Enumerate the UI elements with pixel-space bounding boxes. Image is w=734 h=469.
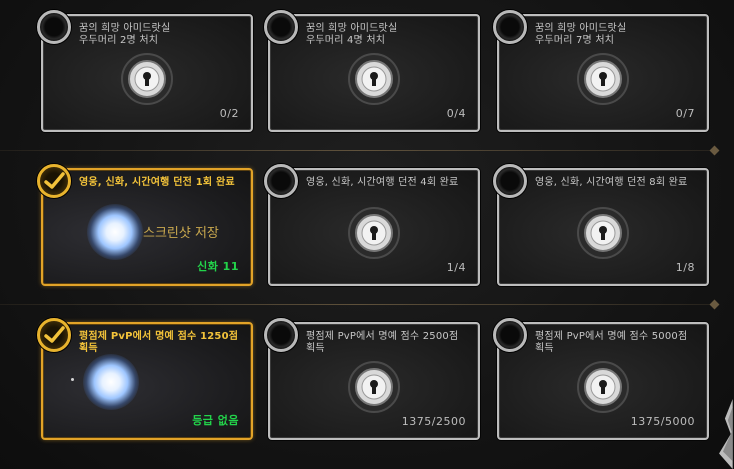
progress-text: 0/4: [446, 107, 466, 120]
achievement-title: 꿈의 희망 아미드랏실 우두머리 7명 처치: [535, 23, 627, 46]
keyhole-lock-icon: [577, 361, 629, 413]
empty-ring-icon: [264, 164, 298, 198]
achievement-card[interactable]: 영웅, 신화, 시간여행 던전 8회 완료 1/8: [493, 164, 709, 286]
achievement-title: 평점제 PvP에서 명예 점수 1250점 획득: [79, 331, 239, 354]
screenshot-saved-overlay: 스크린샷 저장: [143, 226, 219, 241]
progress-text: 0/7: [675, 107, 695, 120]
keyhole-lock-icon: [348, 53, 400, 105]
empty-ring-icon: [493, 164, 527, 198]
achievement-card[interactable]: 평점제 PvP에서 명예 점수 2500점 획득 1375/2500: [264, 318, 480, 440]
keyhole-lock-icon: [348, 361, 400, 413]
keyhole-lock-icon: [577, 53, 629, 105]
achievement-card[interactable]: 꿈의 희망 아미드랏실 우두머리 2명 처치 0/2: [37, 10, 253, 132]
progress-text: 1/4: [446, 261, 466, 274]
achievement-title: 영웅, 신화, 시간여행 던전 4회 완료: [306, 177, 459, 188]
keyhole-lock-icon: [121, 53, 173, 105]
progress-text: 1375/5000: [630, 415, 695, 428]
achievement-title: 영웅, 신화, 시간여행 던전 1회 완료: [79, 177, 235, 188]
empty-ring-icon: [264, 318, 298, 352]
row-divider: [0, 299, 720, 310]
reward-text: 등급 없음: [192, 414, 239, 427]
empty-ring-icon: [264, 10, 298, 44]
achievement-card[interactable]: 영웅, 신화, 시간여행 던전 4회 완료 1/4: [264, 164, 480, 286]
empty-ring-icon: [493, 10, 527, 44]
achievement-title: 영웅, 신화, 시간여행 던전 8회 완료: [535, 177, 688, 188]
progress-text: 1375/2500: [401, 415, 466, 428]
achievement-title: 꿈의 희망 아미드랏실 우두머리 4명 처치: [306, 23, 398, 46]
empty-ring-icon: [493, 318, 527, 352]
reward-text: 신화 11: [197, 260, 239, 273]
achievement-card[interactable]: 평점제 PvP에서 명예 점수 5000점 획득 1375/5000: [493, 318, 709, 440]
achievement-card-completed[interactable]: 평점제 PvP에서 명예 점수 1250점 획득 등급 없음: [37, 318, 253, 440]
achievement-card[interactable]: 꿈의 희망 아미드랏실 우두머리 7명 처치 0/7: [493, 10, 709, 132]
glowing-orb-icon: [87, 204, 143, 260]
checkmark-icon: [37, 318, 71, 352]
checkmark-icon: [37, 164, 71, 198]
frame-ornament: [719, 399, 733, 469]
keyhole-lock-icon: [577, 207, 629, 259]
achievement-title: 꿈의 희망 아미드랏실 우두머리 2명 처치: [79, 23, 171, 46]
achievement-title: 평점제 PvP에서 명예 점수 5000점 획득: [535, 331, 688, 354]
progress-text: 1/8: [675, 261, 695, 274]
achievement-card-completed[interactable]: 영웅, 신화, 시간여행 던전 1회 완료 스크린샷 저장 신화 11: [37, 164, 253, 286]
achievement-title: 평점제 PvP에서 명예 점수 2500점 획득: [306, 331, 459, 354]
achievement-card[interactable]: 꿈의 희망 아미드랏실 우두머리 4명 처치 0/4: [264, 10, 480, 132]
glowing-orb-icon: [83, 354, 139, 410]
row-divider: [0, 145, 720, 156]
progress-text: 0/2: [219, 107, 239, 120]
empty-ring-icon: [37, 10, 71, 44]
keyhole-lock-icon: [348, 207, 400, 259]
